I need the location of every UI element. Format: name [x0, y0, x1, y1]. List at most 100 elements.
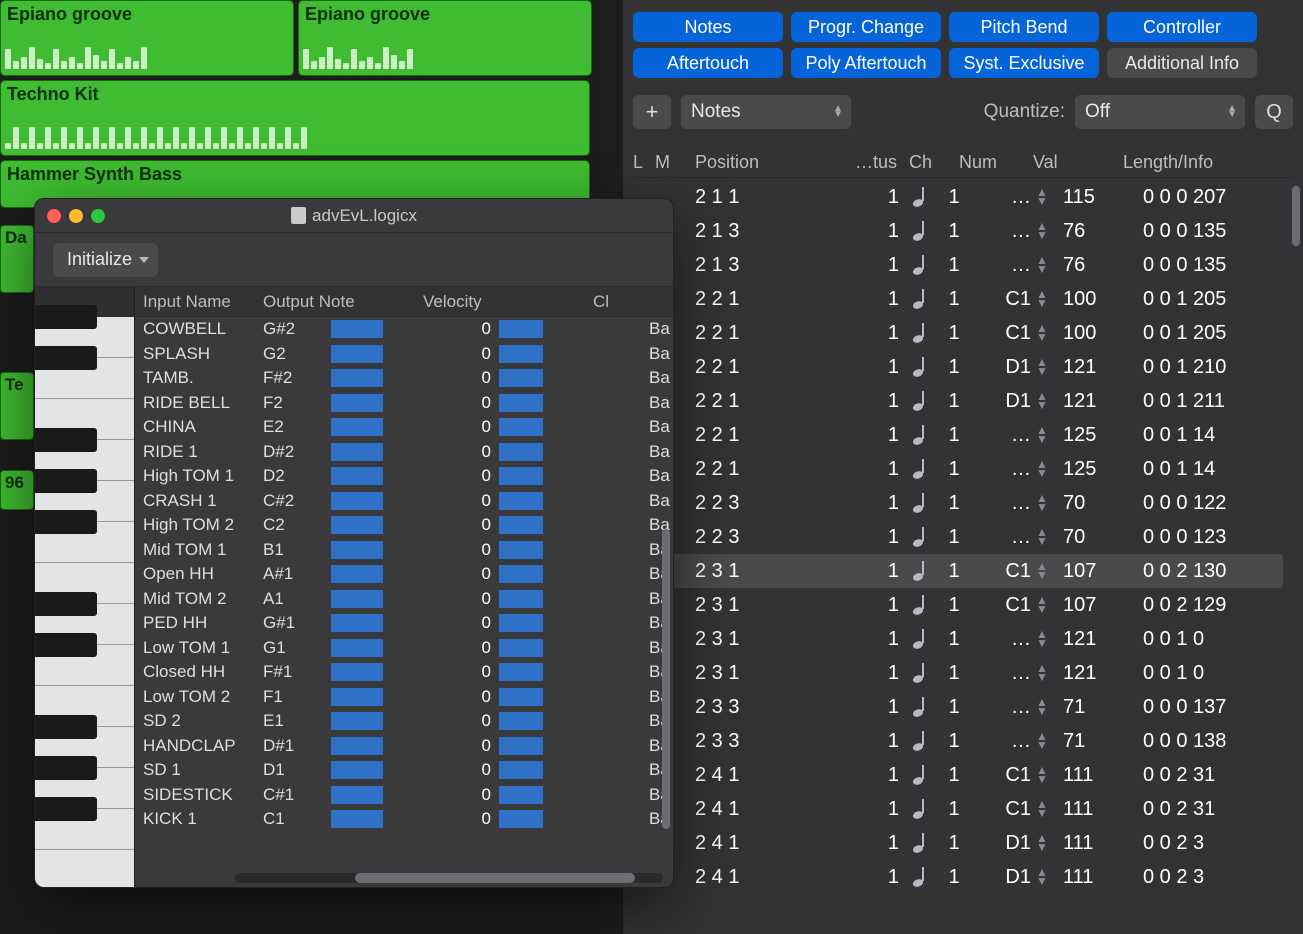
event-tus[interactable]: 1	[855, 832, 909, 855]
event-tus[interactable]: 1	[855, 390, 909, 413]
cl-value[interactable]: Ba	[551, 442, 673, 462]
input-name[interactable]: CRASH 1	[143, 491, 263, 511]
velocity-bar[interactable]	[491, 590, 551, 608]
event-ch[interactable]: 1	[929, 322, 979, 345]
event-num[interactable]: D1	[979, 390, 1031, 413]
white-key[interactable]	[35, 850, 134, 888]
vertical-scrollbar-thumb[interactable]	[662, 529, 670, 829]
event-length[interactable]: 0 0 1 0	[1113, 662, 1283, 685]
velocity-value[interactable]: 0	[461, 638, 491, 658]
stepper-icon[interactable]: ▲▼	[1031, 868, 1053, 886]
velocity-value[interactable]: 0	[461, 515, 491, 535]
filter-additional-info[interactable]: Additional Info	[1107, 48, 1257, 78]
stepper-icon[interactable]: ▲▼	[1031, 358, 1053, 376]
event-row[interactable]: 2 2 311…▲▼700 0 0 122	[633, 486, 1283, 520]
filter-pitch-bend[interactable]: Pitch Bend	[949, 12, 1099, 42]
event-val[interactable]: 71	[1053, 730, 1113, 753]
mapping-body[interactable]: COWBELLG#20BaSPLASHG20BaTAMB.F#20BaRIDE …	[135, 317, 673, 869]
velocity-bar[interactable]	[491, 565, 551, 583]
event-val[interactable]: 121	[1053, 390, 1113, 413]
velocity-bar[interactable]	[491, 492, 551, 510]
event-val[interactable]: 121	[1053, 356, 1113, 379]
event-position[interactable]: 2 2 1	[695, 424, 855, 447]
input-name[interactable]: CHINA	[143, 417, 263, 437]
event-ch[interactable]: 1	[929, 696, 979, 719]
event-position[interactable]: 2 2 1	[695, 390, 855, 413]
velocity-bar[interactable]	[491, 761, 551, 779]
cl-value[interactable]: Ba	[551, 711, 673, 731]
black-key[interactable]	[35, 346, 97, 370]
event-ch[interactable]: 1	[929, 288, 979, 311]
event-length[interactable]: 0 0 0 123	[1113, 526, 1283, 549]
mapping-row[interactable]: RIDE BELLF20Ba	[135, 391, 673, 416]
note-bar[interactable]	[331, 688, 461, 706]
event-position[interactable]: 2 2 3	[695, 526, 855, 549]
col-val[interactable]: Val	[1033, 152, 1093, 173]
event-length[interactable]: 0 0 1 210	[1113, 356, 1283, 379]
event-val[interactable]: 125	[1053, 458, 1113, 481]
track-region[interactable]: Epiano groove	[0, 0, 294, 76]
event-row[interactable]: 2 2 111D1▲▼1210 0 1 210	[633, 350, 1283, 384]
event-val[interactable]: 121	[1053, 662, 1113, 685]
event-row[interactable]: 2 3 111…▲▼1210 0 1 0	[633, 622, 1283, 656]
event-val[interactable]: 125	[1053, 424, 1113, 447]
velocity-bar[interactable]	[491, 467, 551, 485]
velocity-bar[interactable]	[491, 443, 551, 461]
velocity-value[interactable]: 0	[461, 809, 491, 829]
velocity-bar[interactable]	[491, 786, 551, 804]
track-region[interactable]: Techno Kit	[0, 80, 590, 156]
stepper-icon[interactable]: ▲▼	[1031, 494, 1053, 512]
cl-value[interactable]: Ba	[551, 344, 673, 364]
note-bar[interactable]	[331, 590, 461, 608]
cl-value[interactable]: Ba	[551, 785, 673, 805]
filter-notes[interactable]: Notes	[633, 12, 783, 42]
initialize-menu[interactable]: Initialize	[53, 243, 158, 277]
event-row[interactable]: 2 3 311…▲▼710 0 0 138	[633, 724, 1283, 758]
cl-value[interactable]: Ba	[551, 319, 673, 339]
note-bar[interactable]	[331, 345, 461, 363]
event-val[interactable]: 107	[1053, 560, 1113, 583]
track-region-clipped[interactable]: Te	[0, 372, 34, 440]
velocity-bar[interactable]	[491, 369, 551, 387]
col-length[interactable]: Length/Info	[1093, 152, 1293, 173]
output-note[interactable]: D2	[263, 466, 331, 486]
cl-value[interactable]: Ba	[551, 687, 673, 707]
velocity-value[interactable]: 0	[461, 736, 491, 756]
note-bar[interactable]	[331, 369, 461, 387]
event-row[interactable]: 2 2 111D1▲▼1210 0 1 211	[633, 384, 1283, 418]
event-length[interactable]: 0 0 2 31	[1113, 764, 1283, 787]
input-name[interactable]: Closed HH	[143, 662, 263, 682]
event-row[interactable]: 2 2 111…▲▼1250 0 1 14	[633, 418, 1283, 452]
output-note[interactable]: G2	[263, 344, 331, 364]
event-num[interactable]: D1	[979, 832, 1031, 855]
event-position[interactable]: 2 2 1	[695, 322, 855, 345]
stepper-icon[interactable]: ▲▼	[1031, 732, 1053, 750]
velocity-value[interactable]: 0	[461, 466, 491, 486]
col-m[interactable]: M	[655, 152, 695, 173]
cl-value[interactable]: Ba	[551, 368, 673, 388]
event-tus[interactable]: 1	[855, 866, 909, 889]
event-row[interactable]: 2 1 311…▲▼760 0 0 135	[633, 214, 1283, 248]
note-bar[interactable]	[331, 418, 461, 436]
note-bar[interactable]	[331, 565, 461, 583]
event-tus[interactable]: 1	[855, 594, 909, 617]
event-num[interactable]: C1	[979, 798, 1031, 821]
event-ch[interactable]: 1	[929, 356, 979, 379]
col-l[interactable]: L	[633, 152, 655, 173]
event-tus[interactable]: 1	[855, 628, 909, 651]
event-position[interactable]: 2 1 1	[695, 186, 855, 209]
cl-value[interactable]: Ba	[551, 589, 673, 609]
output-note[interactable]: D#1	[263, 736, 331, 756]
velocity-bar[interactable]	[491, 541, 551, 559]
add-event-button[interactable]: +	[633, 95, 671, 129]
event-ch[interactable]: 1	[929, 594, 979, 617]
piano-keyboard[interactable]	[35, 287, 135, 887]
cl-value[interactable]: Ba	[551, 662, 673, 682]
event-val[interactable]: 70	[1053, 526, 1113, 549]
event-val[interactable]: 115	[1053, 186, 1113, 209]
event-val[interactable]: 76	[1053, 254, 1113, 277]
output-note[interactable]: C#1	[263, 785, 331, 805]
event-tus[interactable]: 1	[855, 798, 909, 821]
event-num[interactable]: C1	[979, 322, 1031, 345]
event-length[interactable]: 0 0 2 130	[1113, 560, 1283, 583]
